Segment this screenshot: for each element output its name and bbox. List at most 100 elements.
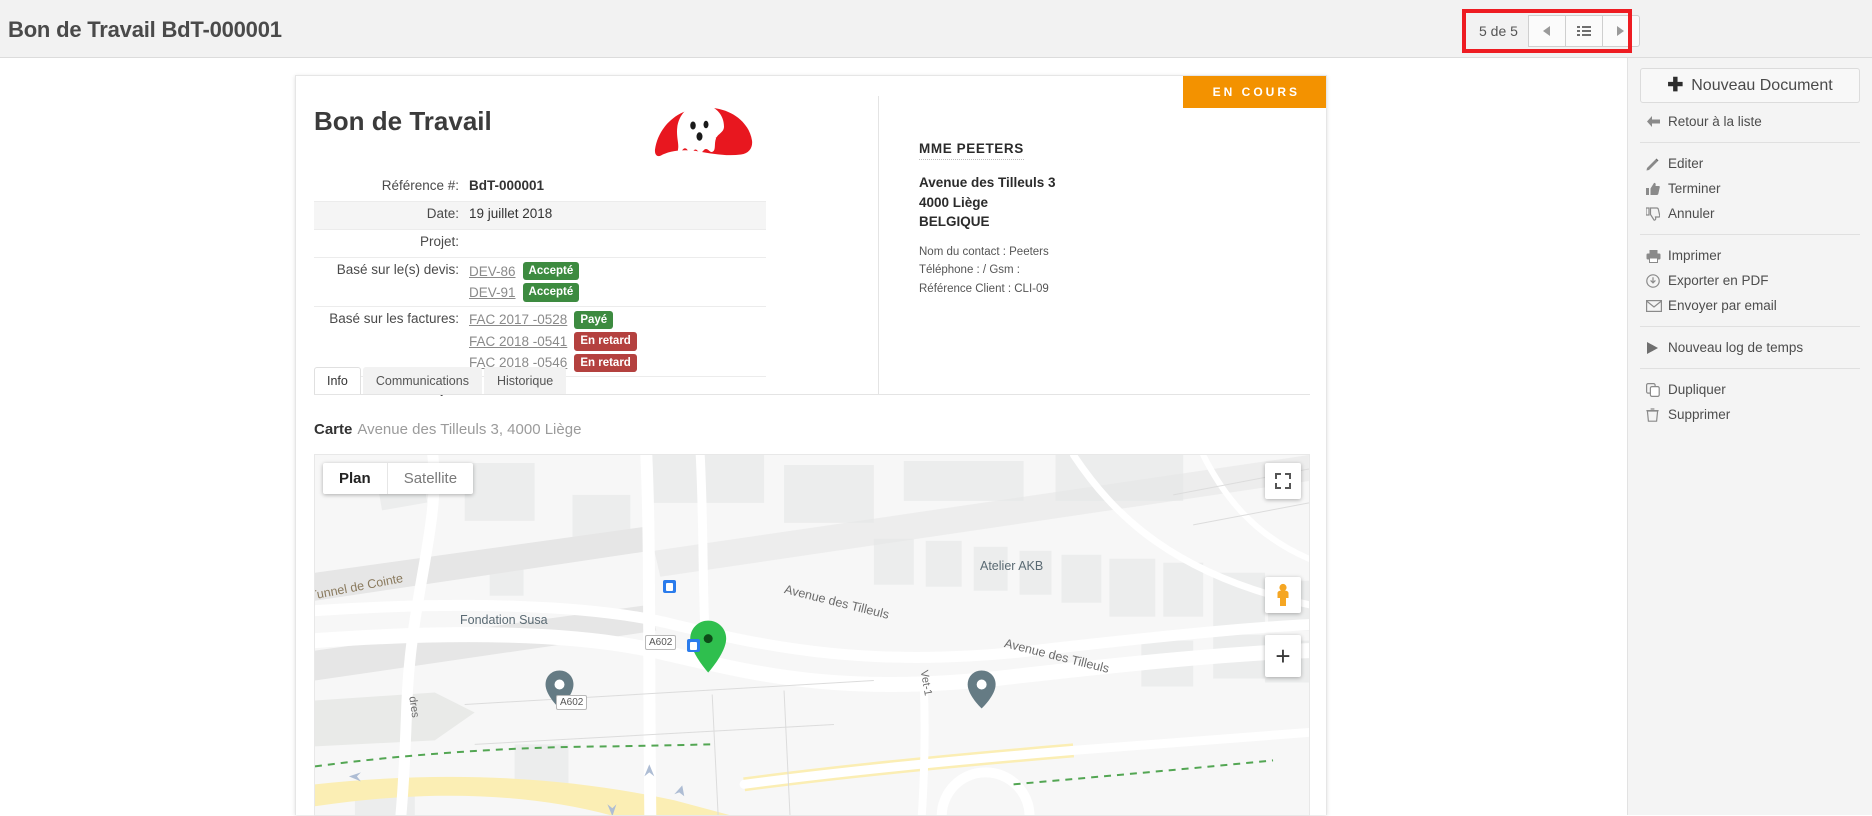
menu-item-annuler[interactable]: Annuler — [1628, 201, 1872, 226]
field-label: Basé sur le(s) devis: — [336, 262, 459, 277]
facture-link[interactable]: FAC 2017 -0528 — [469, 312, 567, 327]
facture-item: FAC 2018 -0541 En retard — [469, 332, 766, 351]
devis-status-badge: Accepté — [522, 262, 580, 281]
menu-item-terminer[interactable]: Terminer — [1628, 176, 1872, 201]
devis-list: DEV-86 Accepté DEV-91 Accepté — [469, 262, 766, 302]
menu-item-label: Supprimer — [1668, 407, 1731, 422]
menu-item-retour-a-la-liste[interactable]: Retour à la liste — [1628, 109, 1872, 134]
status-badge: EN COURS — [1182, 76, 1326, 108]
menu-item-supprimer[interactable]: Supprimer — [1628, 402, 1872, 427]
copy-icon — [1646, 382, 1668, 397]
document-card: EN COURS Bon de Travail Référence #: BdT… — [295, 75, 1327, 816]
field-label: Basé sur les factures: — [329, 310, 459, 326]
map-section-heading: Carte Avenue des Tilleuls 3, 4000 Liège — [314, 421, 581, 438]
map-fullscreen-button[interactable] — [1265, 463, 1301, 499]
field-value-reference: BdT-000001 — [469, 178, 545, 193]
factures-list: FAC 2017 -0528 Payé FAC 2018 -0541 En re… — [469, 310, 766, 372]
address-country: BELGIQUE — [919, 214, 990, 230]
menu-item-label: Dupliquer — [1668, 382, 1726, 397]
menu-item-dupliquer[interactable]: Dupliquer — [1628, 377, 1872, 402]
field-row-devis: Basé sur le(s) devis: DEV-86 Accepté DEV… — [314, 258, 766, 307]
download-circle-icon — [1646, 273, 1668, 288]
map-canvas — [315, 455, 1309, 815]
menu-item-nouveau-log-de-temps[interactable]: Nouveau log de temps — [1628, 335, 1872, 360]
map-label-a602-1: A602 — [645, 635, 677, 650]
map-type-toggle[interactable]: Plan Satellite — [323, 463, 474, 494]
contact-phone: Téléphone : / Gsm : — [919, 264, 1020, 277]
devis-status-badge: Accepté — [522, 283, 580, 302]
menu-group-output: Imprimer Exporter en PDF Envoyer par ema… — [1628, 237, 1872, 324]
pencil-icon — [1646, 157, 1668, 171]
contact-name: Nom du contact : Peeters — [919, 245, 1049, 258]
vertical-divider — [878, 96, 879, 394]
fullscreen-icon — [1275, 473, 1291, 489]
map-widget[interactable]: Tunnel de Cointe Fondation Susa Avenue d… — [314, 454, 1310, 816]
menu-item-envoyer-par-email[interactable]: Envoyer par email — [1628, 293, 1872, 318]
menu-item-imprimer[interactable]: Imprimer — [1628, 243, 1872, 268]
menu-item-editer[interactable]: Editer — [1628, 151, 1872, 176]
menu-item-label: Annuler — [1668, 206, 1715, 221]
transit-bus-icon-2[interactable] — [687, 639, 700, 652]
menu-divider — [1640, 142, 1860, 143]
devis-link[interactable]: DEV-86 — [469, 264, 516, 279]
facture-link[interactable]: FAC 2018 -0541 — [469, 334, 567, 349]
transit-bus-icon-1[interactable] — [663, 580, 676, 593]
menu-group-manage: Dupliquer Supprimer — [1628, 371, 1872, 433]
facture-status-badge: En retard — [574, 332, 637, 351]
customer-name: MME PEETERS — [919, 141, 1024, 160]
field-row-projet: Projet: — [314, 230, 766, 258]
document-title: Bon de Travail — [314, 106, 492, 136]
field-label: Projet: — [419, 234, 459, 249]
menu-item-label: Exporter en PDF — [1668, 273, 1769, 288]
envelope-icon — [1646, 299, 1668, 312]
map-label-a602-2: A602 — [556, 695, 588, 710]
address-city: 4000 Liège — [919, 194, 989, 210]
tab-communications[interactable]: Communications — [362, 367, 482, 394]
trash-icon — [1646, 407, 1668, 422]
menu-item-label: Envoyer par email — [1668, 298, 1777, 313]
street-view-pegman-button[interactable] — [1265, 577, 1301, 613]
field-label: Référence #: — [381, 178, 459, 193]
menu-item-label: Retour à la liste — [1668, 114, 1762, 129]
customer-meta: Nom du contact : Peeters Téléphone : / G… — [919, 243, 1249, 299]
menu-item-exporter-en-pdf[interactable]: Exporter en PDF — [1628, 268, 1872, 293]
menu-item-label: Nouveau log de temps — [1668, 340, 1804, 355]
facture-item: FAC 2017 -0528 Payé — [469, 310, 766, 330]
menu-group-workflow: Editer Terminer Annuler — [1628, 145, 1872, 232]
devis-item: DEV-91 Accepté — [469, 283, 766, 302]
address-street: Avenue des Tilleuls 3 — [919, 175, 1056, 190]
annotation-highlight-box — [1462, 9, 1632, 53]
facture-status-badge: Payé — [574, 310, 614, 330]
map-type-satellite-button[interactable]: Satellite — [386, 463, 473, 494]
map-type-plan-button[interactable]: Plan — [323, 463, 387, 494]
map-heading-address: Avenue des Tilleuls 3, 4000 Liège — [357, 421, 582, 438]
map-label-atelier-akb: Atelier AKB — [980, 559, 1044, 573]
field-row-reference: Référence #: BdT-000001 — [314, 174, 766, 202]
field-label: Date: — [426, 206, 459, 221]
menu-item-label: Editer — [1668, 156, 1704, 171]
menu-group-navigation: Retour à la liste — [1628, 103, 1872, 140]
printer-icon — [1646, 249, 1668, 263]
new-document-button[interactable]: ✚ Nouveau Document — [1640, 68, 1860, 103]
page-title: Bon de Travail BdT-000001 — [8, 17, 282, 42]
menu-item-label: Imprimer — [1668, 248, 1722, 263]
play-icon — [1646, 341, 1668, 355]
field-value-date: 19 juillet 2018 — [469, 206, 553, 221]
menu-divider — [1640, 368, 1860, 369]
tab-bar[interactable]: Info Communications Historique — [314, 366, 1310, 394]
menu-divider — [1640, 234, 1860, 235]
tab-historique[interactable]: Historique — [483, 367, 567, 394]
client-reference: Référence Client : CLI-09 — [919, 282, 1049, 295]
street-view-pegman-icon — [1277, 583, 1289, 606]
thumbs-down-icon — [1646, 206, 1668, 221]
tab-info[interactable]: Info — [314, 367, 361, 394]
menu-item-label: Terminer — [1668, 181, 1721, 196]
new-document-label: Nouveau Document — [1691, 76, 1833, 94]
map-zoom-in-button[interactable]: + — [1265, 635, 1301, 677]
top-bar: Bon de Travail BdT-000001 5 de 5 — [0, 0, 1872, 58]
devis-item: DEV-86 Accepté — [469, 262, 766, 281]
devis-link[interactable]: DEV-91 — [469, 285, 516, 300]
actions-sidebar: ✚ Nouveau Document Retour à la liste Edi… — [1627, 58, 1872, 815]
thumbs-up-icon — [1646, 182, 1668, 196]
map-label-fondation-susa: Fondation Susa — [460, 613, 548, 627]
